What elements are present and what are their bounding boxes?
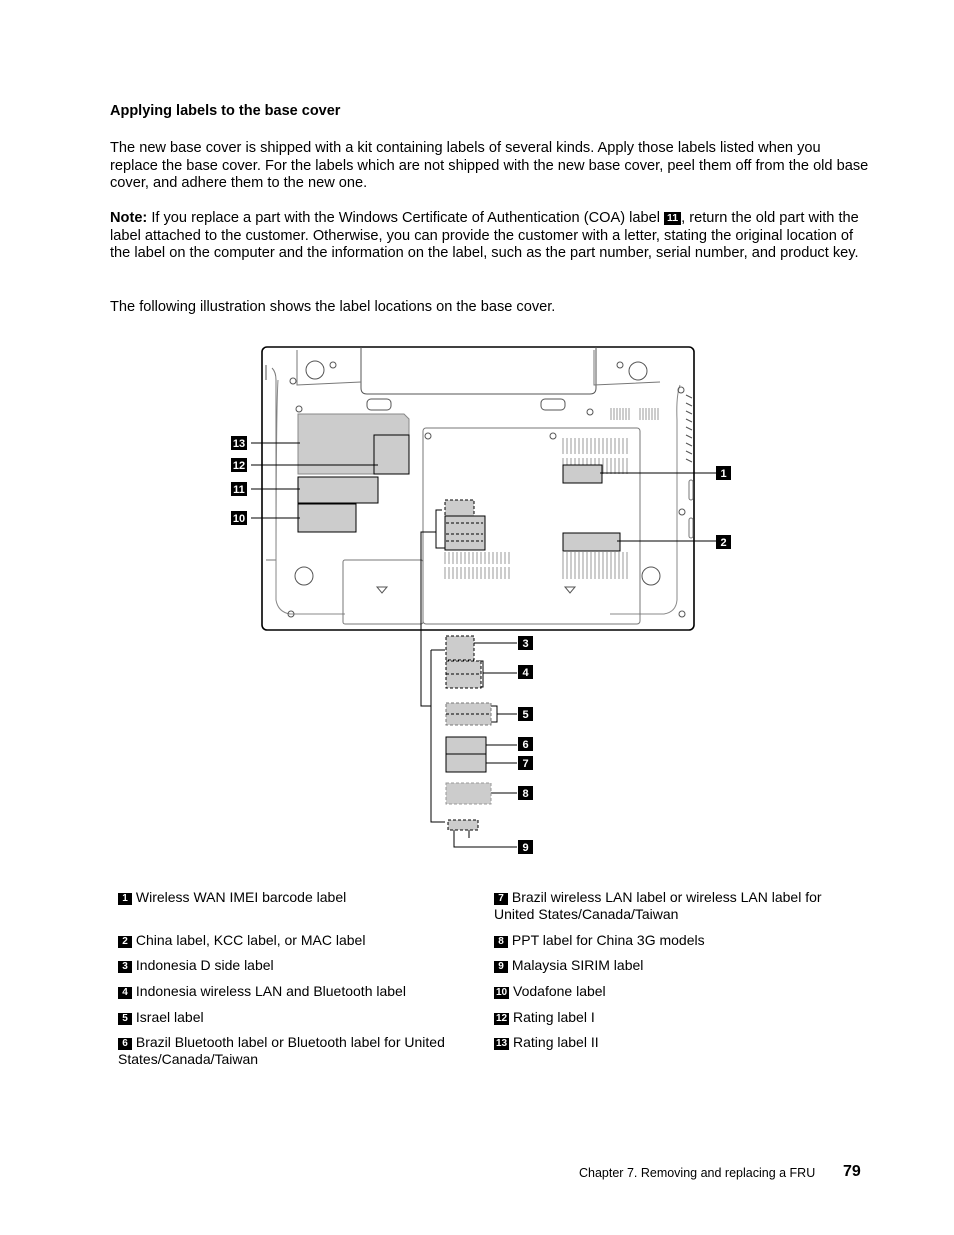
svg-text:6: 6 [522, 739, 528, 751]
label-3-shape [445, 635, 475, 661]
legend-item-1: 1 Wireless WAN IMEI barcode label [118, 889, 468, 906]
callout-11: 11 [231, 482, 247, 496]
svg-text:11: 11 [233, 484, 245, 496]
label-1-shape [562, 464, 603, 484]
legend-badge: 9 [494, 961, 508, 973]
callout-6: 6 [518, 737, 533, 751]
legend-text: Wireless WAN IMEI barcode label [135, 889, 347, 905]
legend-item-6: 6 Brazil Bluetooth label or Bluetooth la… [118, 1034, 468, 1068]
callout-1: 1 [716, 466, 731, 480]
callout-12: 12 [231, 458, 247, 472]
label-10-shape [297, 503, 357, 533]
legend-text: Indonesia D side label [135, 957, 274, 973]
svg-text:13: 13 [233, 438, 245, 450]
legend-badge: 5 [118, 1013, 132, 1025]
legend-text: Vodafone label [513, 983, 606, 999]
legend-item-10: 10 Vodafone label [494, 983, 844, 1000]
svg-text:2: 2 [720, 537, 726, 549]
legend-badge: 13 [494, 1038, 510, 1050]
vent-grille [562, 438, 628, 454]
legend-text: Malaysia SIRIM label [511, 957, 644, 973]
legend-badge: 6 [118, 1038, 132, 1050]
callout-10: 10 [231, 511, 247, 525]
page-number: 79 [843, 1163, 861, 1180]
legend-item-7: 7 Brazil wireless LAN label or wireless … [494, 889, 844, 923]
legend-text: Indonesia wireless LAN and Bluetooth lab… [135, 983, 406, 999]
callout-9: 9 [518, 840, 533, 854]
legend-item-3: 3 Indonesia D side label [118, 957, 468, 974]
label-2-shape [562, 532, 621, 552]
label-12-shape [373, 434, 410, 475]
legend-item-2: 2 China label, KCC label, or MAC label [118, 932, 468, 949]
legend-item-12: 12 Rating label I [494, 1009, 844, 1026]
callout-13: 13 [231, 436, 247, 450]
legend-item-5: 5 Israel label [118, 1009, 468, 1026]
legend-badge: 7 [494, 893, 508, 905]
base-cover-illustration: 13 12 11 10 1 2 3 4 5 6 7 8 9 [231, 346, 731, 854]
legend-item-4: 4 Indonesia wireless LAN and Bluetooth l… [118, 983, 468, 1000]
svg-text:12: 12 [233, 460, 245, 472]
label-6-shape [445, 736, 487, 755]
legend-badge: 10 [494, 987, 510, 999]
legend-text: Brazil Bluetooth label or Bluetooth labe… [118, 1034, 445, 1067]
battery-bay [360, 347, 597, 395]
legend-item-8: 8 PPT label for China 3G models [494, 932, 844, 949]
legend-text: Israel label [135, 1009, 204, 1025]
label-7-shape [445, 753, 487, 773]
callout-5: 5 [518, 707, 533, 721]
label-11-shape [297, 476, 379, 504]
legend-badge: 2 [118, 936, 132, 948]
svg-text:3: 3 [522, 638, 528, 650]
label-9-shape [447, 819, 479, 831]
legend-badge: 8 [494, 936, 508, 948]
legend-text: Rating label II [513, 1034, 599, 1050]
svg-text:8: 8 [522, 788, 528, 800]
legend-text: Rating label I [513, 1009, 595, 1025]
callout-2: 2 [716, 535, 731, 549]
svg-text:10: 10 [233, 513, 245, 525]
callout-7: 7 [518, 756, 533, 770]
legend-item-13: 13 Rating label II [494, 1034, 844, 1051]
legend-text: Brazil wireless LAN label or wireless LA… [494, 889, 822, 922]
callout-4: 4 [518, 665, 533, 679]
callout-3: 3 [518, 636, 533, 650]
legend-text: PPT label for China 3G models [511, 932, 705, 948]
svg-text:9: 9 [522, 842, 528, 854]
legend-badge: 4 [118, 987, 132, 999]
callout-8: 8 [518, 786, 533, 800]
svg-text:4: 4 [522, 667, 529, 679]
svg-text:7: 7 [522, 758, 528, 770]
label-8-shape [445, 782, 492, 805]
svg-text:1: 1 [720, 468, 726, 480]
legend-text: China label, KCC label, or MAC label [135, 932, 366, 948]
legend-badge: 12 [494, 1013, 510, 1025]
legend-item-9: 9 Malaysia SIRIM label [494, 957, 844, 974]
footer-chapter: Chapter 7. Removing and replacing a FRU [579, 1166, 816, 1180]
legend-badge: 3 [118, 961, 132, 973]
legend-badge: 1 [118, 893, 132, 905]
svg-text:5: 5 [522, 709, 528, 721]
